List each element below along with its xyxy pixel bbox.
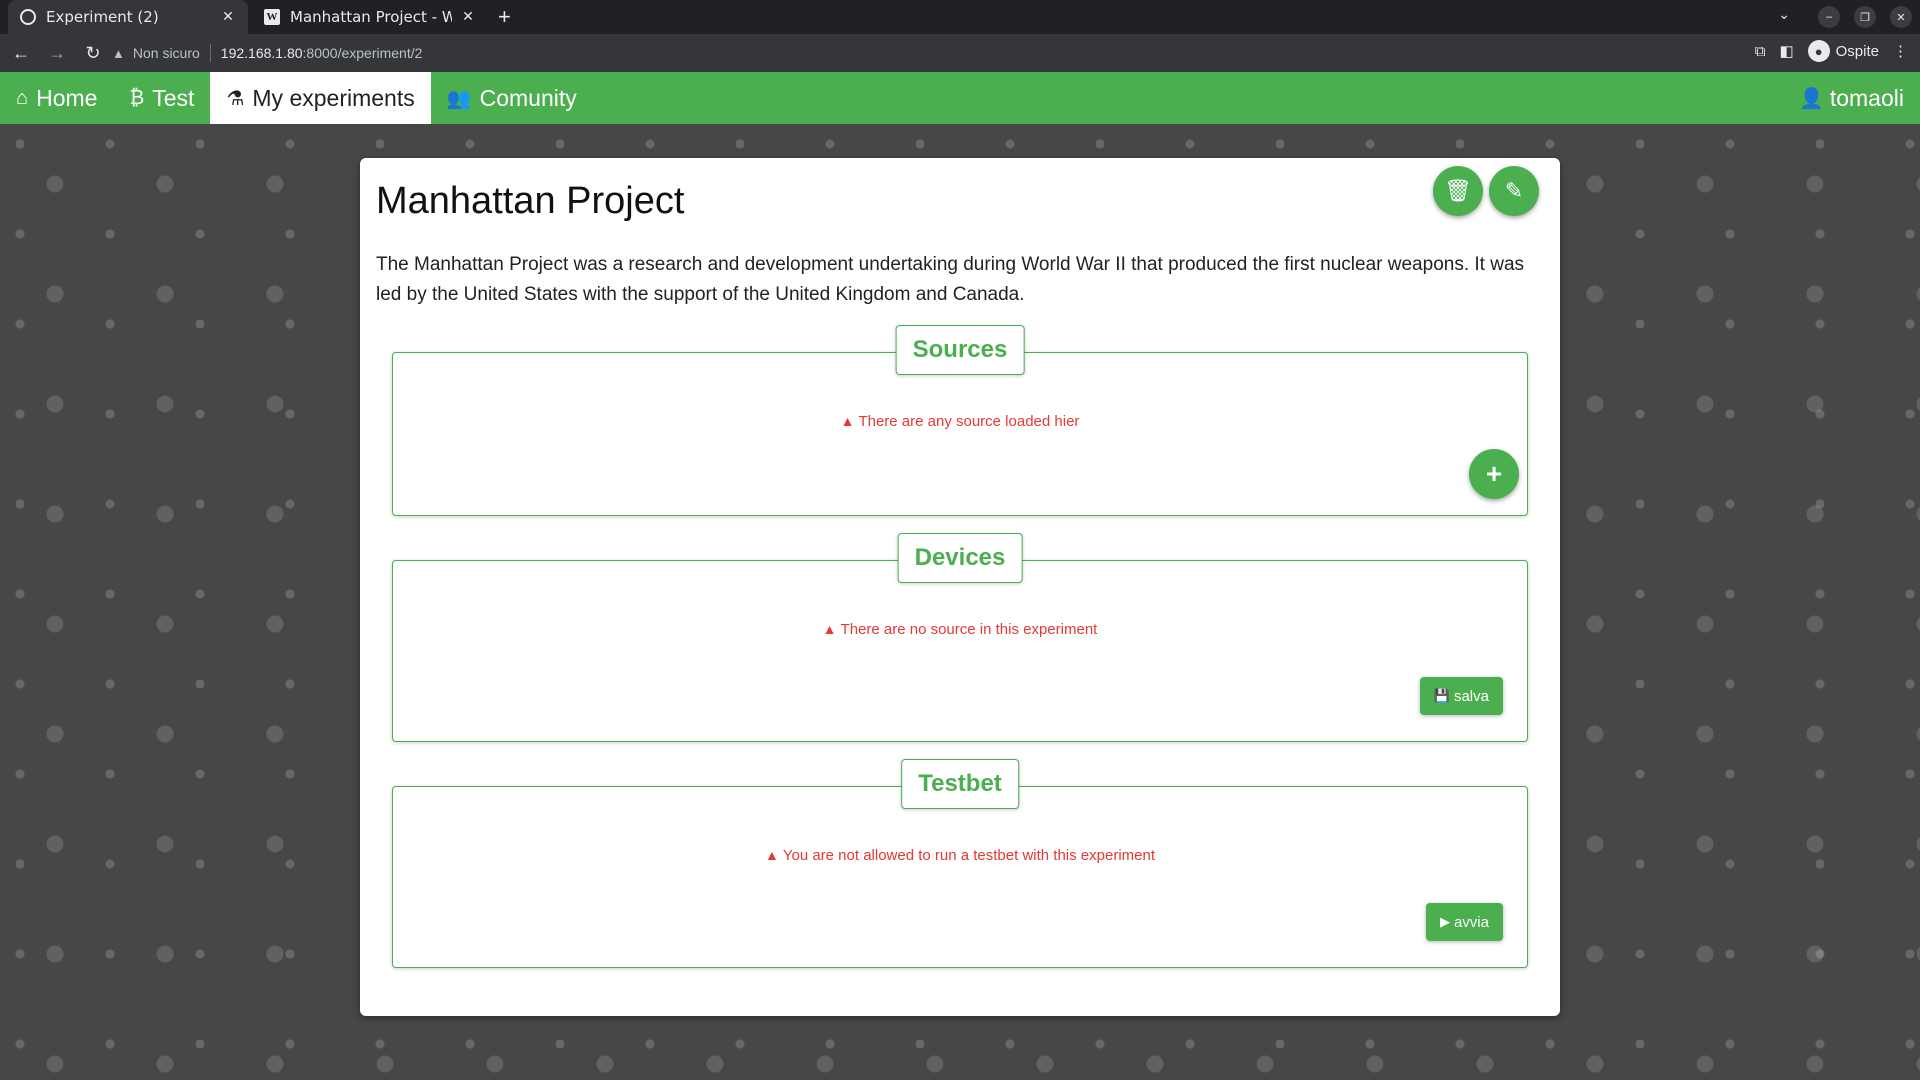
save-icon: 💾 [1433, 688, 1450, 703]
browser-toolbar: ← → ↻ ▲ Non sicuro 192.168.1.80 :8000/ex… [0, 34, 1920, 72]
forward-icon[interactable]: → [42, 43, 72, 64]
back-icon[interactable]: ← [6, 43, 36, 64]
testbet-title: Testbet [901, 759, 1019, 809]
nav-home-label: Home [36, 84, 98, 111]
nav-my-experiments-label: My experiments [252, 84, 415, 111]
users-icon: 👥 [446, 87, 472, 110]
globe-icon [20, 9, 36, 25]
save-button-label: salva [1453, 687, 1489, 705]
restore-icon[interactable]: ❐ [1854, 6, 1876, 28]
edit-button[interactable]: ✎ [1489, 166, 1539, 216]
nav-comunity[interactable]: 👥 Comunity [431, 72, 593, 124]
warning-icon: ▲ [764, 847, 779, 863]
sidepanel-icon[interactable]: ◧ [1779, 42, 1793, 60]
experiment-title: Manhattan Project [376, 180, 685, 222]
delete-button[interactable]: 🗑 [1433, 166, 1483, 216]
nav-user[interactable]: 👤 tomaoli [1799, 72, 1904, 124]
wikipedia-icon: W [264, 9, 280, 25]
start-button-label: avvia [1453, 913, 1489, 931]
translate-icon[interactable]: ⧉ [1755, 43, 1766, 60]
devices-message: ▲ There are no source in this experiment [822, 621, 1098, 638]
url-path: :8000/experiment/2 [302, 45, 423, 61]
profile-name: Ospite [1835, 42, 1879, 60]
trash-icon: 🗑 [1444, 178, 1472, 203]
close-window-icon[interactable]: ✕ [1890, 6, 1912, 28]
warning-icon: ▲ [112, 45, 125, 61]
start-button[interactable]: ▶ avvia [1425, 903, 1503, 941]
security-label: Non sicuro [132, 45, 200, 61]
save-button[interactable]: 💾 salva [1419, 677, 1503, 715]
nav-home[interactable]: ⌂ Home [0, 72, 113, 124]
tab-experiment[interactable]: Experiment (2) ✕ [8, 0, 248, 34]
testbet-message: ▲ You are not allowed to run a testbet wi… [764, 847, 1156, 864]
sources-title: Sources [895, 325, 1025, 375]
profile-button[interactable]: ● Ospite [1807, 40, 1879, 62]
nav-user-label: tomaoli [1829, 84, 1904, 111]
plus-icon: + [1485, 458, 1503, 489]
close-icon[interactable]: ✕ [460, 9, 476, 25]
user-icon: 👤 [1798, 87, 1824, 110]
minimize-icon[interactable]: – [1818, 6, 1840, 28]
experiment-description: The Manhattan Project was a research and… [376, 254, 1525, 305]
nav-my-experiments[interactable]: ⚗ My experiments [210, 72, 431, 124]
browser-tabstrip: Experiment (2) ✕ W Manhattan Project - W… [0, 0, 1920, 34]
tab-title: Experiment (2) [46, 8, 159, 26]
tab-wikipedia[interactable]: W Manhattan Project - Wikip ✕ [252, 0, 488, 34]
play-icon: ▶ [1439, 914, 1450, 929]
app-navbar: ⌂ Home ₿ Test ⚗ My experiments 👥 Comunit… [0, 72, 1920, 124]
menu-icon[interactable]: ⋮ [1893, 42, 1908, 60]
experiment-card: Manhattan Project 🗑 ✎ The Manhattan Proj… [360, 158, 1560, 1016]
url-host: 192.168.1.80 [220, 45, 303, 61]
new-tab-button[interactable]: + [498, 4, 511, 30]
avatar: ● [1807, 40, 1830, 62]
nav-comunity-label: Comunity [479, 84, 577, 111]
bitcoin-icon: ₿ [129, 86, 145, 109]
testbet-section: Testbet ▲ You are not allowed to run a te… [392, 759, 1528, 968]
sources-message: ▲ There are any source loaded hier [840, 413, 1080, 430]
tab-title: Manhattan Project - Wikip [290, 8, 452, 26]
tab-search-icon[interactable]: ⌄ [1778, 6, 1790, 23]
home-icon: ⌂ [16, 86, 29, 109]
warning-icon: ▲ [822, 621, 837, 637]
flask-icon: ⚗ [226, 87, 245, 110]
close-icon[interactable]: ✕ [220, 9, 236, 25]
reload-icon[interactable]: ↻ [78, 43, 108, 64]
nav-test[interactable]: ₿ Test [113, 72, 210, 124]
devices-title: Devices [897, 533, 1023, 583]
sources-section: Sources ▲ There are any source loaded hie… [392, 325, 1528, 516]
nav-test-label: Test [152, 84, 195, 111]
devices-section: Devices ▲ There are no source in this exp… [392, 533, 1528, 742]
edit-icon: ✎ [1504, 178, 1524, 203]
address-bar[interactable]: ▲ Non sicuro 192.168.1.80 :8000/experime… [112, 37, 1712, 69]
add-source-button[interactable]: + [1469, 449, 1519, 499]
warning-icon: ▲ [840, 413, 855, 429]
